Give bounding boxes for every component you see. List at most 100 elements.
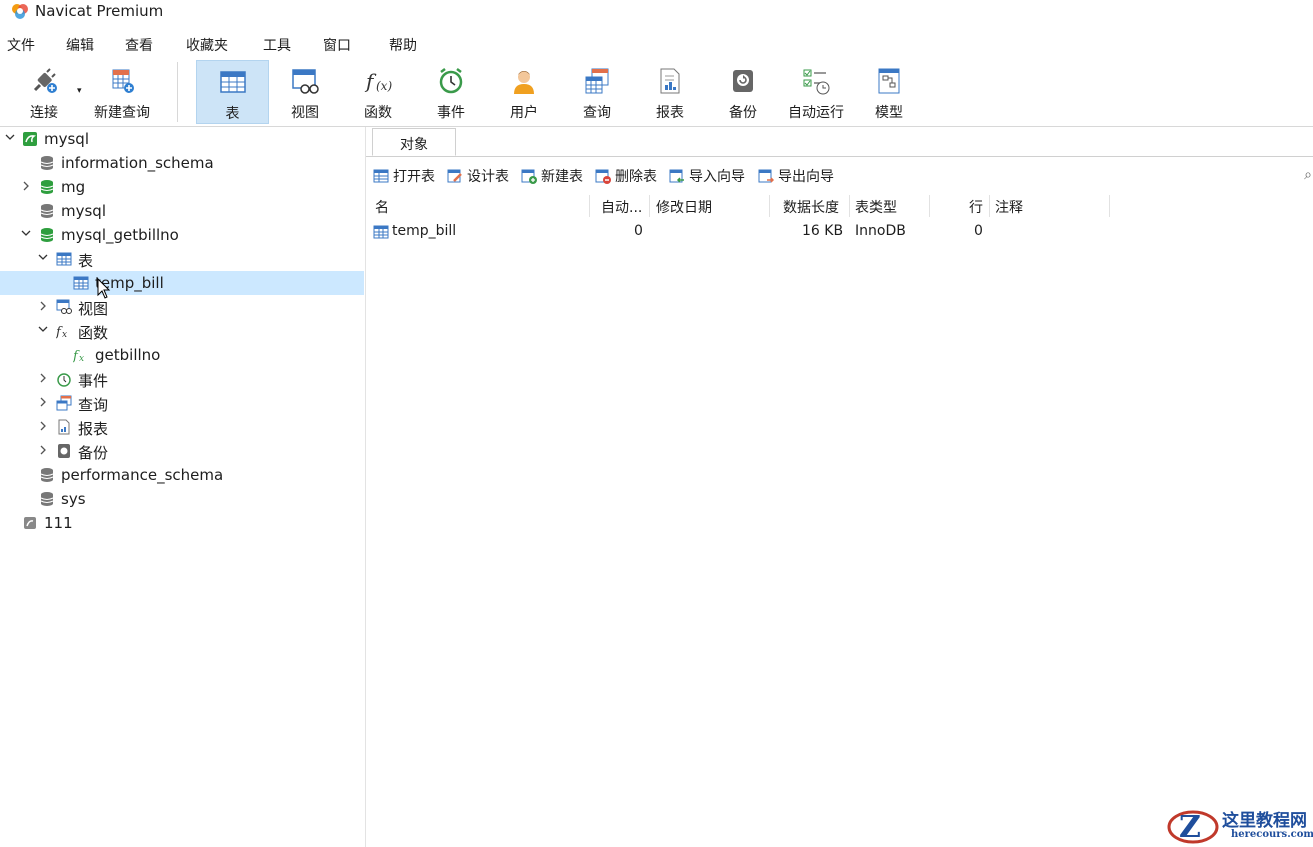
backup-button[interactable]: 备份 — [709, 60, 777, 124]
tree-db-mg[interactable]: mg — [0, 175, 364, 199]
svg-text:(x): (x) — [376, 79, 392, 93]
tree-db-sys[interactable]: sys — [0, 487, 364, 511]
chevron-right-icon[interactable] — [37, 299, 49, 313]
event-button[interactable]: 事件 — [417, 60, 485, 124]
function-icon: fx — [56, 325, 67, 339]
toolbar-divider — [177, 62, 178, 122]
menu-help[interactable]: 帮助 — [389, 35, 417, 55]
new-query-icon — [112, 69, 134, 93]
svg-text:x: x — [79, 354, 84, 363]
column-divider[interactable] — [649, 195, 650, 217]
mouse-cursor-icon — [97, 278, 111, 299]
connect-button[interactable]: 连接 — [14, 60, 74, 124]
tree-table-temp-bill[interactable]: temp_bill — [0, 271, 364, 295]
new-table-button[interactable]: 新建表 — [521, 166, 583, 186]
column-header-auto-increment[interactable]: 自动... — [601, 197, 642, 217]
tab-objects[interactable]: 对象 — [372, 128, 456, 156]
column-divider[interactable] — [849, 195, 850, 217]
new-table-label: 新建表 — [541, 169, 583, 185]
delete-table-icon — [595, 169, 611, 184]
connect-dropdown-icon[interactable]: ▾ — [77, 86, 82, 96]
search-icon[interactable]: ⌕ — [1304, 167, 1312, 183]
schedule-button[interactable]: 自动运行 — [782, 60, 850, 124]
tree-connection-111[interactable]: 111 — [0, 511, 364, 535]
database-icon — [40, 492, 54, 506]
chevron-down-icon[interactable] — [37, 323, 49, 337]
view-button[interactable]: 视图 — [271, 60, 339, 124]
column-divider[interactable] — [1109, 195, 1110, 217]
clock-icon — [57, 373, 71, 387]
tree-group-queries[interactable]: 查询 — [0, 391, 364, 415]
chevron-right-icon[interactable] — [37, 395, 49, 409]
chevron-down-icon[interactable] — [4, 131, 16, 145]
column-header-rows[interactable]: 行 — [969, 197, 983, 217]
tree-group-tables[interactable]: 表 — [0, 247, 364, 271]
tree-label: 函数 — [78, 324, 109, 342]
tree-db-mysql[interactable]: mysql — [0, 199, 364, 223]
model-button[interactable]: 模型 — [855, 60, 923, 124]
main-toolbar: 连接 ▾ 新建查询 表 视图 f (x) 函数 事件 用户 查询 报表 备份 自… — [0, 58, 1313, 127]
column-header-data-length[interactable]: 数据长度 — [783, 197, 839, 217]
table-icon — [373, 225, 389, 239]
menu-view[interactable]: 查看 — [125, 35, 153, 55]
delete-table-label: 删除表 — [615, 169, 657, 185]
chevron-down-icon[interactable] — [20, 227, 32, 241]
column-divider[interactable] — [989, 195, 990, 217]
view-icon — [292, 69, 319, 94]
chevron-right-icon[interactable] — [37, 419, 49, 433]
chevron-right-icon[interactable] — [20, 179, 32, 193]
menu-edit[interactable]: 编辑 — [66, 35, 94, 55]
tree-group-events[interactable]: 事件 — [0, 367, 364, 391]
menu-tools[interactable]: 工具 — [263, 35, 291, 55]
tree-group-views[interactable]: 视图 — [0, 295, 364, 319]
table-row[interactable]: temp_bill 0 16 KB InnoDB 0 — [366, 221, 1313, 243]
tree-label: 报表 — [78, 420, 109, 438]
connection-tree: mysql information_schema mg mysql mysql_… — [0, 127, 364, 847]
cell-auto-increment: 0 — [634, 223, 643, 239]
chevron-right-icon[interactable] — [37, 371, 49, 385]
column-divider[interactable] — [589, 195, 590, 217]
connection-icon — [24, 517, 36, 529]
tree-group-backups[interactable]: 备份 — [0, 439, 364, 463]
import-wizard-label: 导入向导 — [689, 169, 745, 185]
tree-group-reports[interactable]: 报表 — [0, 415, 364, 439]
open-table-button[interactable]: 打开表 — [373, 166, 435, 186]
chevron-right-icon[interactable] — [37, 443, 49, 457]
table-button[interactable]: 表 — [196, 60, 269, 124]
tree-function-getbillno[interactable]: fx getbillno — [0, 343, 364, 367]
tree-db-performance-schema[interactable]: performance_schema — [0, 463, 364, 487]
column-header-comment[interactable]: 注释 — [995, 197, 1023, 217]
column-divider[interactable] — [769, 195, 770, 217]
tree-db-information-schema[interactable]: information_schema — [0, 151, 364, 175]
tree-db-mysql-getbillno[interactable]: mysql_getbillno — [0, 223, 364, 247]
new-table-icon — [521, 169, 537, 184]
clock-icon — [439, 68, 463, 94]
tree-group-functions[interactable]: fx 函数 — [0, 319, 364, 343]
chevron-down-icon[interactable] — [37, 251, 49, 265]
column-header-name[interactable]: 名 — [375, 197, 389, 217]
new-query-button[interactable]: 新建查询 — [88, 60, 156, 124]
report-button[interactable]: 报表 — [636, 60, 704, 124]
menu-window[interactable]: 窗口 — [323, 35, 351, 55]
svg-text:Z: Z — [1179, 810, 1201, 845]
menu-file[interactable]: 文件 — [7, 35, 35, 55]
delete-table-button[interactable]: 删除表 — [595, 166, 657, 186]
user-button[interactable]: 用户 — [490, 60, 558, 124]
query-button[interactable]: 查询 — [563, 60, 631, 124]
plug-icon — [33, 68, 57, 93]
import-wizard-button[interactable]: 导入向导 — [669, 166, 745, 186]
window-title: Navicat Premium — [35, 2, 164, 20]
tree-connection-mysql[interactable]: mysql — [0, 127, 364, 151]
function-icon: f (x) — [364, 69, 392, 93]
menu-favorites[interactable]: 收藏夹 — [186, 35, 228, 55]
table-icon — [219, 71, 246, 93]
export-wizard-button[interactable]: 导出向导 — [758, 166, 834, 186]
column-header-modified[interactable]: 修改日期 — [656, 197, 712, 217]
title-bar: Navicat Premium — [0, 0, 1313, 24]
column-divider[interactable] — [929, 195, 930, 217]
column-header-engine[interactable]: 表类型 — [855, 197, 897, 217]
function-button[interactable]: f (x) 函数 — [344, 60, 412, 124]
database-icon — [40, 156, 54, 170]
table-icon — [56, 252, 72, 266]
design-table-button[interactable]: 设计表 — [447, 166, 509, 186]
